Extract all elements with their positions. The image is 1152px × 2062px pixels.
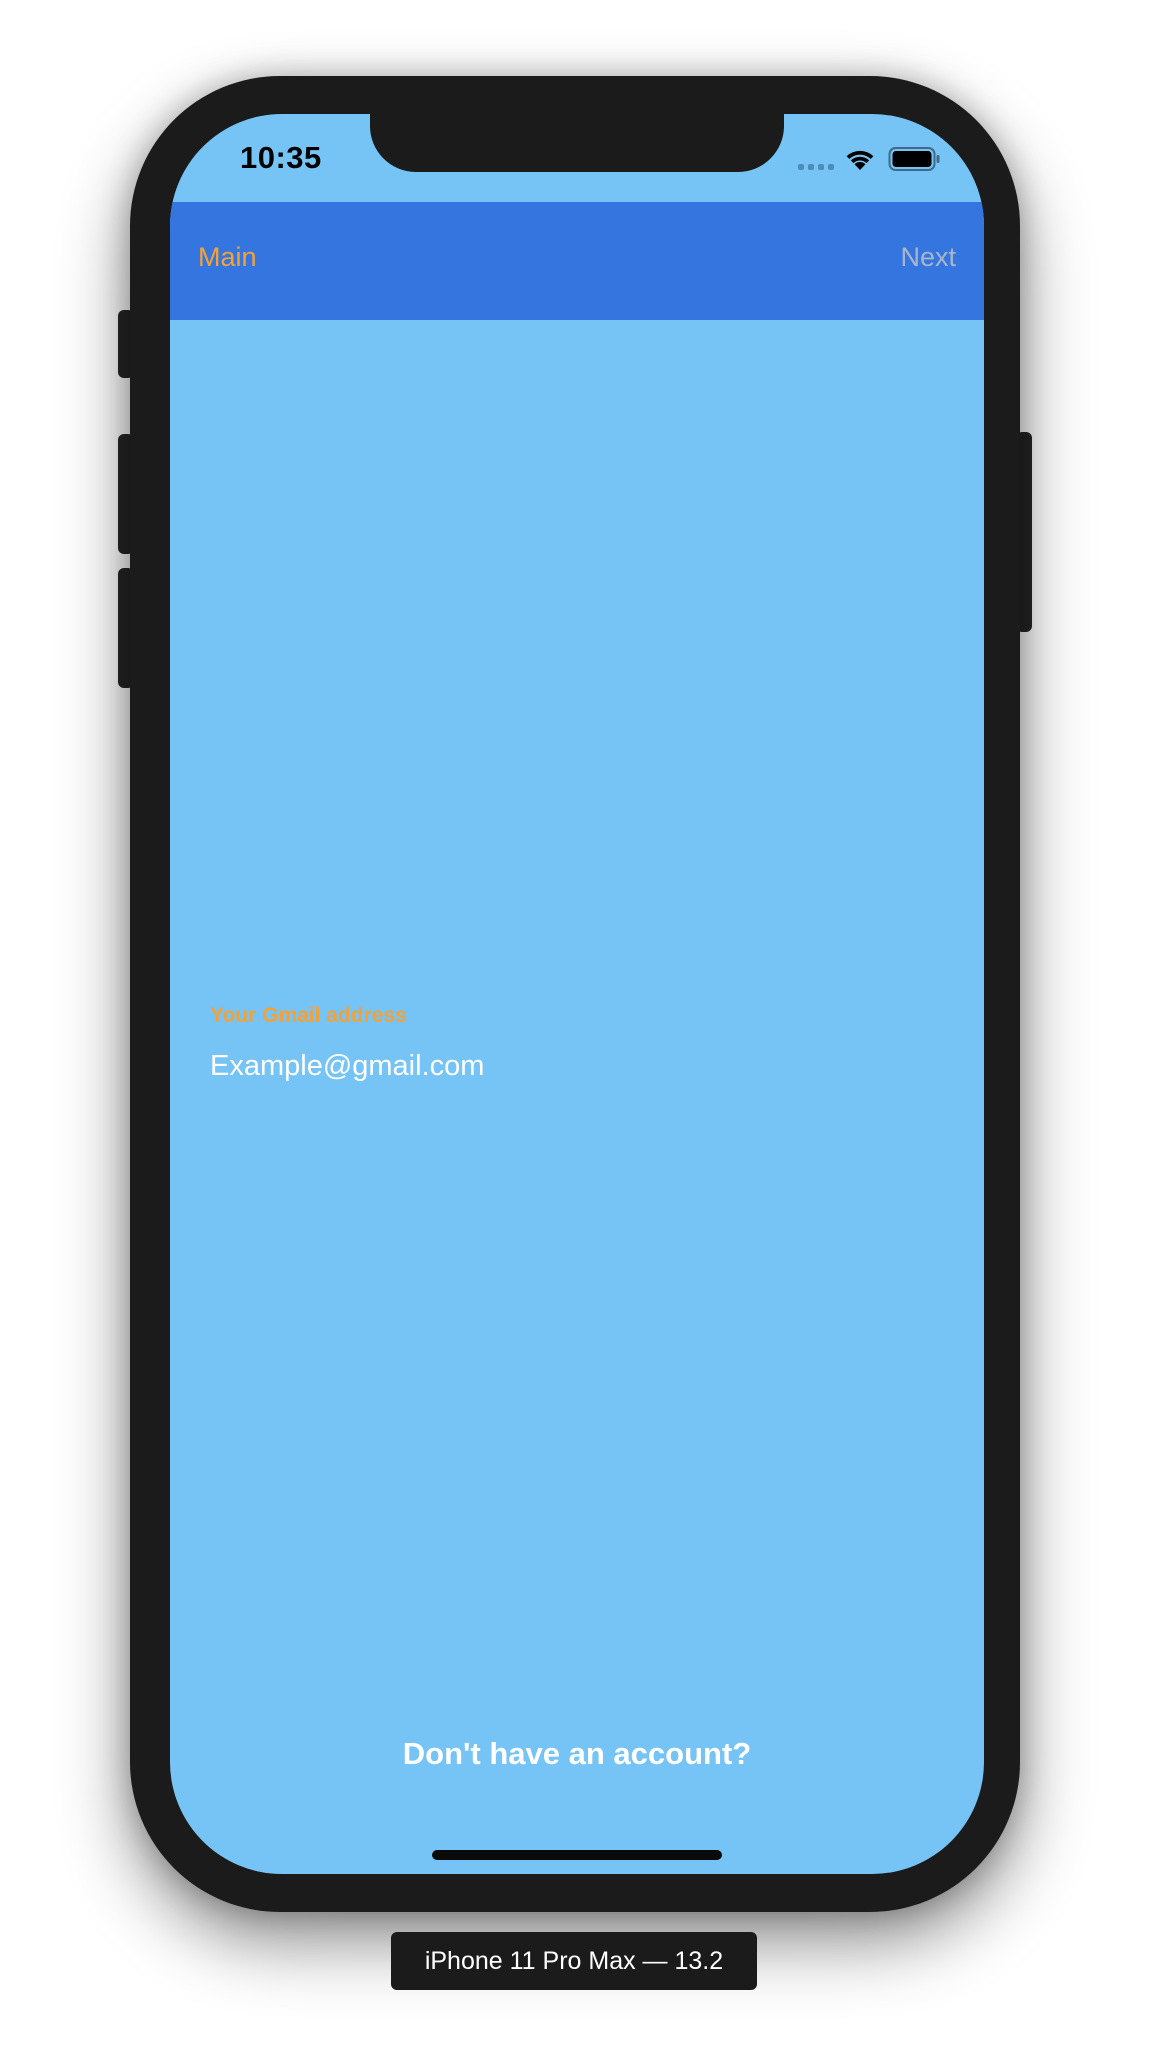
wifi-icon: [846, 150, 874, 170]
simulator-device-label: iPhone 11 Pro Max — 13.2: [391, 1932, 757, 1990]
nav-back-main-button[interactable]: Main: [198, 242, 257, 273]
cellular-signal-icon: [798, 164, 834, 170]
app-screen: 10:35 Main Next Your Gmail address Don't…: [170, 114, 984, 1874]
nav-next-button[interactable]: Next: [900, 242, 956, 273]
navigation-bar: Main Next: [170, 202, 984, 320]
status-time: 10:35: [240, 140, 322, 175]
battery-icon: [888, 147, 940, 171]
notch: [370, 114, 784, 172]
email-field[interactable]: [210, 1044, 940, 1088]
simulator-stage: 10:35 Main Next Your Gmail address Don't…: [0, 0, 1152, 2062]
email-field-label: Your Gmail address: [210, 1004, 407, 1027]
signup-link[interactable]: Don't have an account?: [170, 1736, 984, 1772]
home-indicator[interactable]: [432, 1850, 722, 1860]
